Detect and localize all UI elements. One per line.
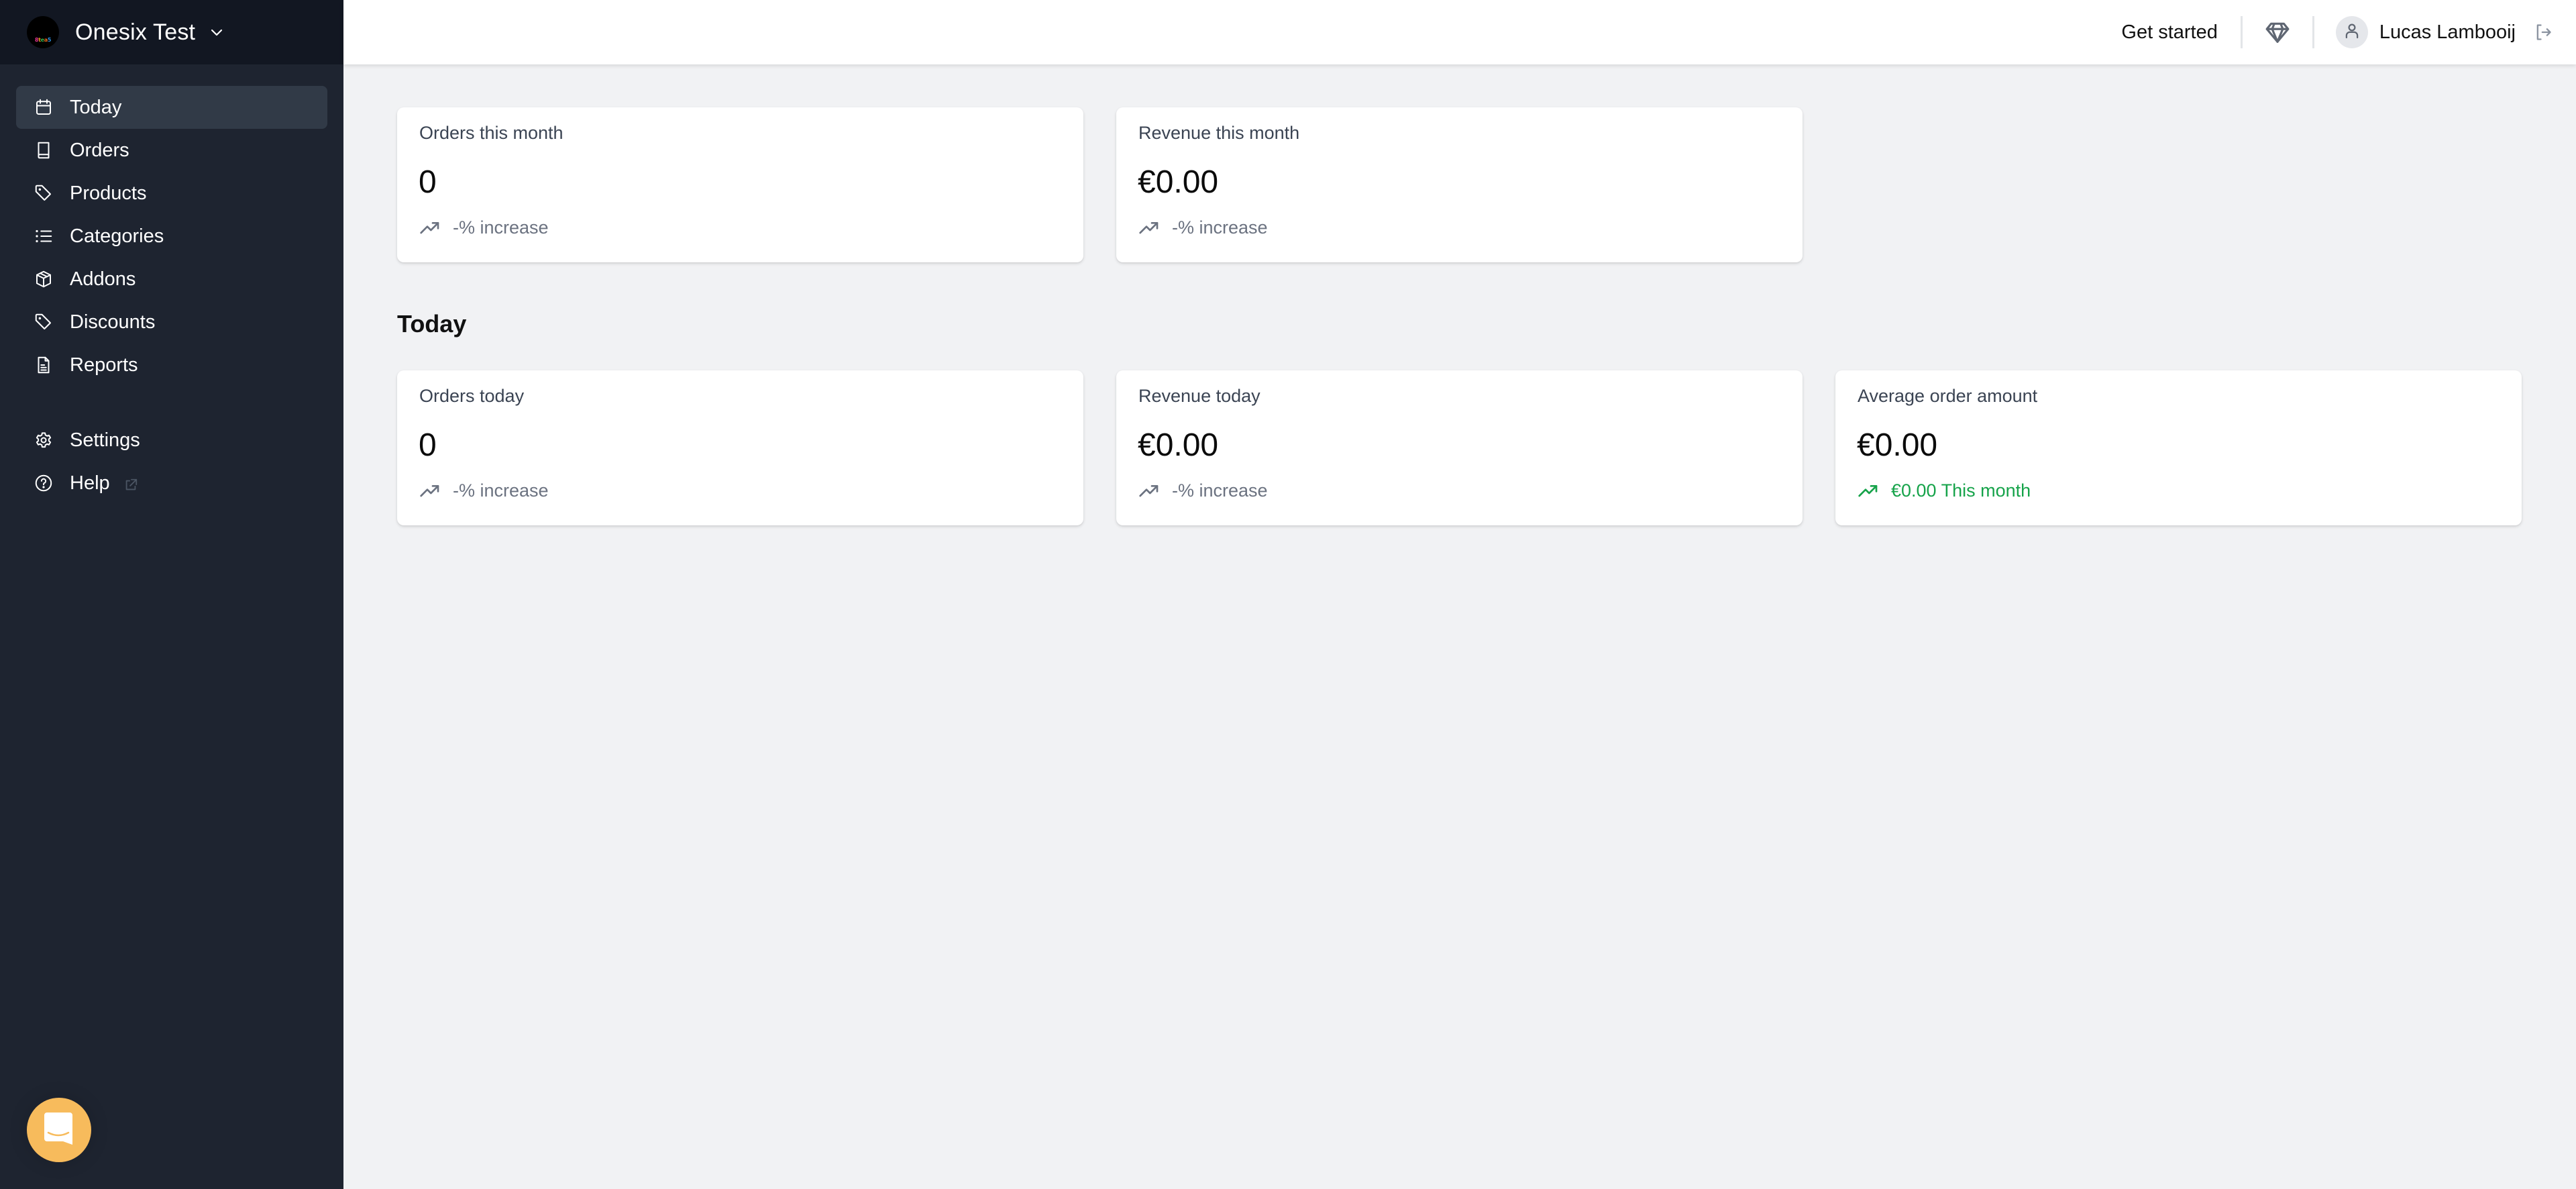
tag-icon <box>33 183 54 204</box>
sidebar-item-label: Orders <box>70 139 129 161</box>
org-name: Onesix Test <box>75 19 196 45</box>
stat-card-trend-text: -% increase <box>1172 480 1268 501</box>
trending-up-icon <box>1138 480 1160 501</box>
stat-card-title: Orders this month <box>419 123 564 143</box>
stat-card-title: Revenue this month <box>1138 123 1300 143</box>
stat-card-revenue-this-month: Revenue this month €0.00 -% increase <box>1116 107 1803 262</box>
stat-card-trend: -% increase <box>1138 217 1268 238</box>
trending-up-icon <box>1138 217 1160 238</box>
org-switcher[interactable]: Onesix Test <box>75 16 225 48</box>
sidebar-item-orders[interactable]: Orders <box>16 129 327 172</box>
sidebar-item-label: Today <box>70 96 122 118</box>
book-icon <box>33 140 54 161</box>
section-title-today: Today <box>397 310 467 338</box>
logout-icon[interactable] <box>2533 22 2553 42</box>
sidebar-nav: Today Orders Products Categories Addons <box>16 86 327 386</box>
trending-up-icon <box>419 217 441 238</box>
sidebar-item-today[interactable]: Today <box>16 86 327 129</box>
stat-card-title: Orders today <box>419 386 525 406</box>
sidebar-item-label: Help <box>70 472 110 494</box>
document-icon <box>33 354 54 376</box>
org-logo: 8tea5 <box>27 16 59 48</box>
stat-card-value: €0.00 <box>1857 427 1938 463</box>
sidebar-header: 8tea5 Onesix Test <box>0 0 343 64</box>
tag-icon <box>33 311 54 333</box>
avatar[interactable] <box>2335 16 2368 48</box>
trending-up-icon <box>419 480 441 501</box>
sidebar-item-reports[interactable]: Reports <box>16 344 327 386</box>
question-circle-icon <box>33 472 54 494</box>
sidebar-item-settings[interactable]: Settings <box>16 419 327 462</box>
chat-button[interactable] <box>27 1098 91 1162</box>
stat-card-trend-text: -% increase <box>1172 217 1268 238</box>
divider <box>2240 16 2243 48</box>
sidebar-item-label: Discounts <box>70 311 156 333</box>
stat-card-orders-today: Orders today 0 -% increase <box>397 370 1083 525</box>
sidebar-item-label: Products <box>70 182 147 204</box>
external-link-icon <box>123 476 138 490</box>
sidebar-item-categories[interactable]: Categories <box>16 215 327 258</box>
get-started-link[interactable]: Get started <box>2121 21 2217 44</box>
sidebar-item-label: Addons <box>70 268 136 290</box>
stat-card-value: €0.00 <box>1138 164 1219 200</box>
sidebar-item-discounts[interactable]: Discounts <box>16 301 327 344</box>
sidebar-item-products[interactable]: Products <box>16 172 327 215</box>
stat-card-orders-this-month: Orders this month 0 -% increase <box>397 107 1083 262</box>
calendar-icon <box>33 97 54 118</box>
stat-card-revenue-today: Revenue today €0.00 -% increase <box>1116 370 1803 525</box>
stat-card-title: Revenue today <box>1138 386 1260 406</box>
stat-card-trend: -% increase <box>1138 480 1268 501</box>
user-icon <box>2342 21 2362 44</box>
list-icon <box>33 225 54 247</box>
top-bar-actions: Get started Lucas Lambooij <box>2121 0 2576 64</box>
stat-card-trend: €0.00 This month <box>1858 480 2031 501</box>
sidebar-item-addons[interactable]: Addons <box>16 258 327 301</box>
stat-card-trend: -% increase <box>419 480 549 501</box>
stat-card-trend-text: -% increase <box>453 480 549 501</box>
stat-card-average-order-amount: Average order amount €0.00 €0.00 This mo… <box>1835 370 2522 525</box>
sidebar-item-label: Reports <box>70 354 138 376</box>
sidebar: 8tea5 Onesix Test Today Orders Products … <box>0 0 343 1189</box>
stat-card-trend-text: €0.00 This month <box>1891 480 2031 501</box>
sidebar-item-label: Categories <box>70 225 164 247</box>
stat-card-trend: -% increase <box>419 217 549 238</box>
chat-bubble-icon <box>44 1112 74 1148</box>
divider <box>2312 16 2314 48</box>
dashboard-main: Orders this month 0 -% increase Revenue … <box>343 64 2576 1189</box>
stat-card-title: Average order amount <box>1858 386 2038 406</box>
stat-card-value: €0.00 <box>1138 427 1219 463</box>
stat-card-trend-text: -% increase <box>453 217 549 238</box>
diamond-icon[interactable] <box>2264 19 2291 46</box>
trending-up-icon <box>1858 480 1879 501</box>
top-bar: Get started Lucas Lambooij <box>343 0 2576 64</box>
gear-icon <box>33 429 54 451</box>
sidebar-item-help[interactable]: Help <box>16 462 327 505</box>
cube-icon <box>33 268 54 290</box>
chevron-down-icon <box>209 24 225 40</box>
sidebar-secondary-nav: Settings Help <box>16 419 327 505</box>
org-logo-text: 8tea5 <box>35 37 52 43</box>
sidebar-item-label: Settings <box>70 429 140 451</box>
logo-char: 5 <box>47 37 52 43</box>
stat-card-value: 0 <box>419 427 437 463</box>
user-name[interactable]: Lucas Lambooij <box>2379 21 2516 44</box>
stat-card-value: 0 <box>419 164 437 200</box>
